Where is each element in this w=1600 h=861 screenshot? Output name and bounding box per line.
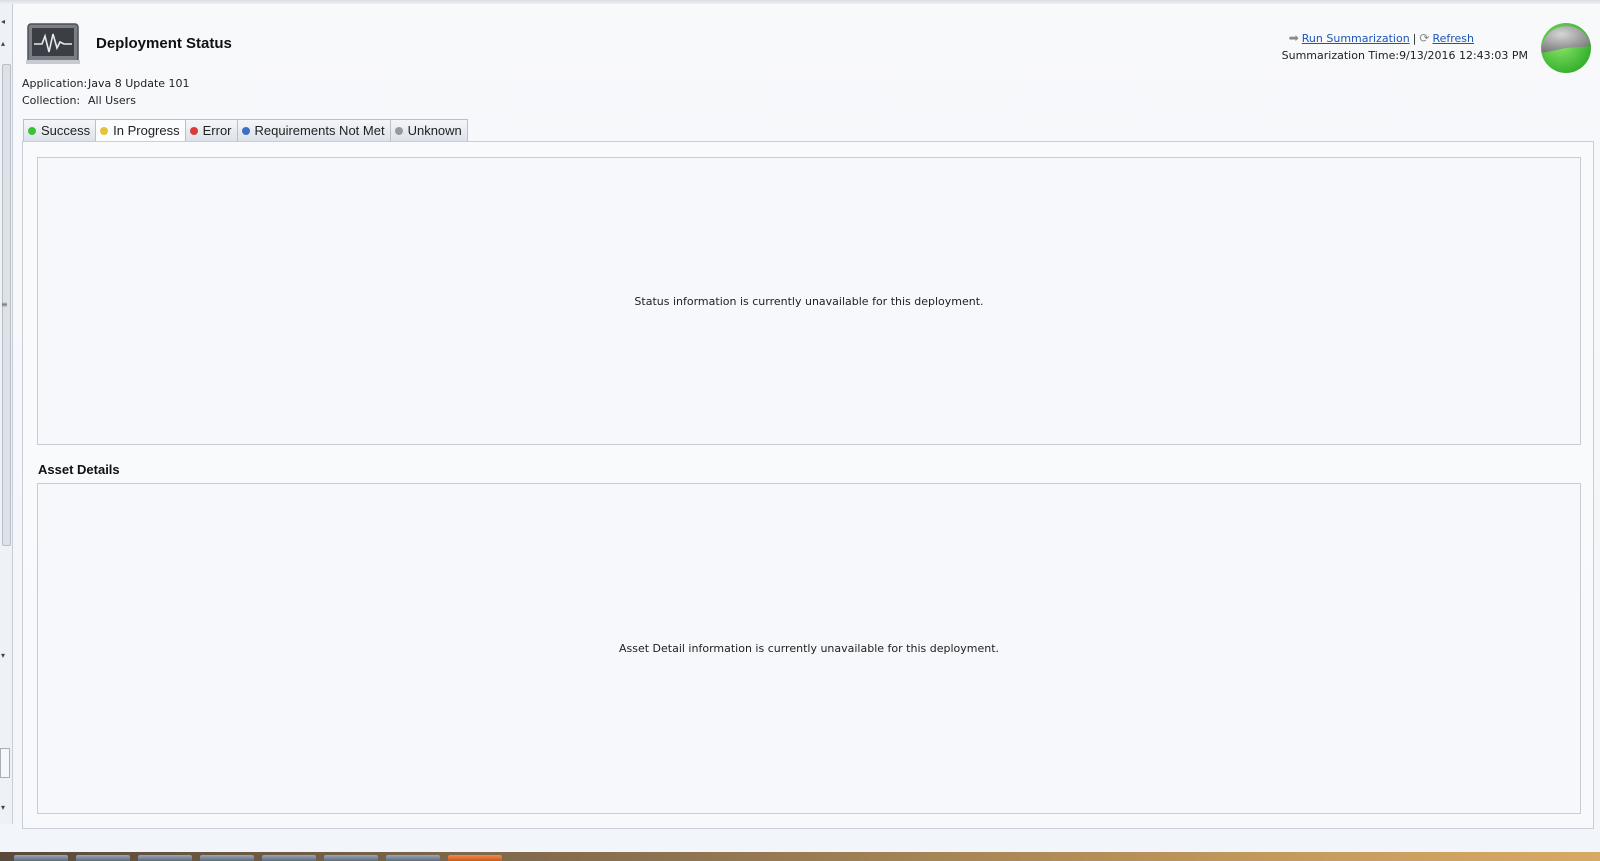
scroll-box[interactable] <box>0 748 10 778</box>
tab-in-progress[interactable]: In Progress <box>96 119 186 142</box>
application-value: Java 8 Update 101 <box>88 77 190 90</box>
refresh-icon: ⟳ <box>1419 31 1430 45</box>
asset-details-message: Asset Detail information is currently un… <box>618 642 1000 655</box>
action-links: ➡ Run Summarization | ⟳ Refresh <box>1289 31 1474 45</box>
application-row: Application:Java 8 Update 101 <box>22 77 190 90</box>
tab-unknown[interactable]: Unknown <box>390 119 468 142</box>
taskbar-button[interactable] <box>324 855 378 861</box>
application-label: Application: <box>22 77 88 90</box>
taskbar-button[interactable] <box>138 855 192 861</box>
unknown-dot-icon <box>394 126 403 135</box>
success-dot-icon <box>28 126 36 135</box>
deployment-status-window: ◂ ▴ ≡ ▾ ▾ Deployment Status Application:… <box>0 0 1600 861</box>
tab-requirements-not-met[interactable]: Requirements Not Met <box>237 119 391 142</box>
tab-error-label: Error <box>202 123 232 138</box>
taskbar-button[interactable] <box>262 855 316 861</box>
taskbar-button[interactable] <box>386 855 440 861</box>
taskbar-button[interactable] <box>448 855 502 861</box>
tab-error[interactable]: Error <box>185 119 238 142</box>
taskbar-button[interactable] <box>76 855 130 861</box>
status-pie-icon <box>1541 23 1591 73</box>
collection-value: All Users <box>88 94 136 107</box>
status-message: Status information is currently unavaila… <box>634 294 984 308</box>
scroll-down-small-icon[interactable]: ▾ <box>1 652 5 660</box>
asset-details-panel: Asset Detail information is currently un… <box>37 483 1581 814</box>
window-top-border <box>0 0 1600 4</box>
grip-icon[interactable]: ≡ <box>1 300 8 309</box>
scroll-down-icon[interactable]: ▾ <box>1 804 5 812</box>
error-dot-icon <box>189 126 198 135</box>
action-separator: | <box>1412 32 1417 45</box>
tab-success-label: Success <box>41 123 91 138</box>
summarization-time-value: 9/13/2016 12:43:03 PM <box>1399 49 1528 62</box>
run-arrow-icon: ➡ <box>1288 31 1299 45</box>
asset-details-title: Asset Details <box>38 462 120 477</box>
refresh-link[interactable]: Refresh <box>1432 32 1474 45</box>
taskbar-button[interactable] <box>200 855 254 861</box>
tab-requirements-label: Requirements Not Met <box>254 123 385 138</box>
requirements-dot-icon <box>241 126 250 135</box>
in-progress-dot-icon <box>100 126 109 135</box>
tab-unknown-label: Unknown <box>407 123 462 138</box>
tab-in-progress-label: In Progress <box>113 123 180 138</box>
tab-success[interactable]: Success <box>23 119 97 142</box>
collapse-left-icon[interactable]: ◂ <box>1 18 5 26</box>
taskbar-button[interactable] <box>14 855 68 861</box>
summarization-time-label: Summarization Time: <box>1281 49 1400 62</box>
status-tabs: Success In Progress Error Requirements N… <box>23 119 468 142</box>
collection-row: Collection: All Users <box>22 94 136 107</box>
monitor-icon <box>26 23 80 64</box>
left-scrollbar[interactable]: ◂ ▴ ≡ ▾ ▾ <box>0 4 13 824</box>
summarization-time: Summarization Time:9/13/2016 12:43:03 PM <box>1282 49 1528 62</box>
run-summarization-link[interactable]: Run Summarization <box>1302 32 1410 45</box>
status-panel: Status information is currently unavaila… <box>37 157 1581 445</box>
scroll-up-icon[interactable]: ▴ <box>1 40 5 48</box>
page-title: Deployment Status <box>96 35 232 52</box>
collection-label: Collection: <box>22 94 81 107</box>
